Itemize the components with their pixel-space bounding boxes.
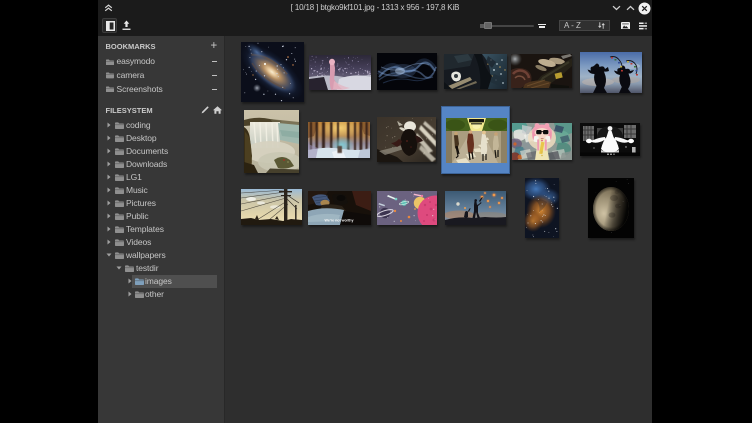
svg-text:We're not worthy: We're not worthy (325, 219, 354, 223)
